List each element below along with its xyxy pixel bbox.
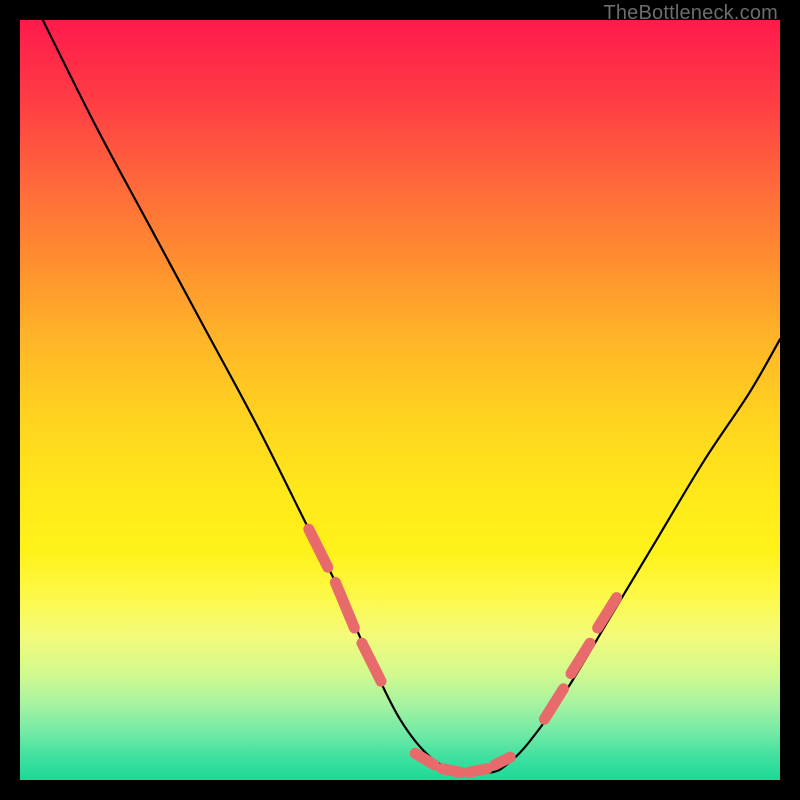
marker-dash <box>415 753 434 764</box>
marker-dash <box>309 529 328 567</box>
marker-dash <box>495 757 510 765</box>
watermark-label: TheBottleneck.com <box>603 2 778 25</box>
plot-svg <box>20 20 780 780</box>
marker-dash <box>362 643 381 681</box>
marker-dash <box>442 769 461 773</box>
marker-dash <box>544 689 563 719</box>
bottleneck-curve <box>43 20 780 774</box>
chart-frame: TheBottleneck.com <box>0 0 800 800</box>
marker-dash <box>335 582 354 628</box>
plot-area <box>20 20 780 780</box>
marker-dash <box>468 769 487 773</box>
